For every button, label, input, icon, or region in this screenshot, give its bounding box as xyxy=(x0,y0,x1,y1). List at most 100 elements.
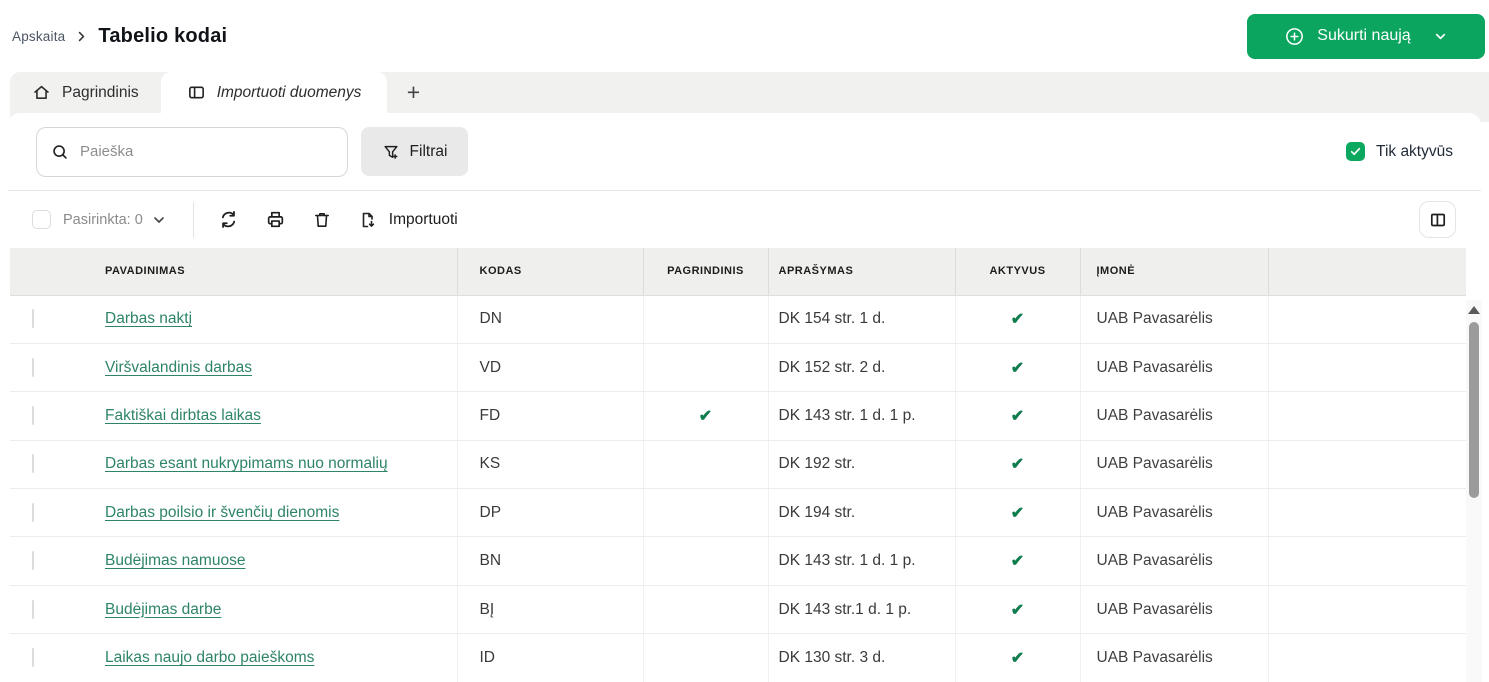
search-input[interactable] xyxy=(80,143,333,160)
panel-layout-icon xyxy=(187,83,206,102)
content-card: Filtrai Tik aktyvūs Pasirinkta: 0 xyxy=(8,113,1481,682)
row-company: UAB Pavasarėlis xyxy=(1080,343,1268,391)
row-code: VD xyxy=(457,343,643,391)
column-header-code[interactable]: KODAS xyxy=(457,248,643,295)
active-check-icon: ✔ xyxy=(1011,360,1024,377)
scrollbar-thumb[interactable] xyxy=(1469,322,1479,498)
import-label: Importuoti xyxy=(389,211,458,229)
row-name-link[interactable]: Darbas esant nukrypimams nuo normalių xyxy=(105,455,388,472)
row-code: ID xyxy=(457,634,643,682)
active-check-icon: ✔ xyxy=(1011,602,1024,619)
row-checkbox[interactable] xyxy=(32,600,34,619)
tab-importuoti-duomenys[interactable]: Importuoti duomenys xyxy=(161,72,388,113)
filters-button[interactable]: Filtrai xyxy=(361,127,468,176)
row-name-link[interactable]: Budėjimas darbe xyxy=(105,601,221,618)
row-company: UAB Pavasarėlis xyxy=(1080,392,1268,440)
row-checkbox[interactable] xyxy=(32,406,34,425)
tab-pagrindinis[interactable]: Pagrindinis xyxy=(10,72,161,113)
divider xyxy=(193,202,194,238)
page-title: Tabelio kodai xyxy=(98,25,227,48)
active-only-checkbox[interactable] xyxy=(1346,142,1365,161)
row-name-link[interactable]: Darbas poilsio ir švenčių dienomis xyxy=(105,504,339,521)
column-header-main[interactable]: PAGRINDINIS xyxy=(643,248,768,295)
active-check-icon: ✔ xyxy=(1011,650,1024,667)
import-file-icon xyxy=(358,210,378,230)
row-name-link[interactable]: Darbas naktį xyxy=(105,310,192,327)
row-company: UAB Pavasarėlis xyxy=(1080,585,1268,633)
row-checkbox[interactable] xyxy=(32,503,34,522)
page-header: Apskaita Tabelio kodai Sukurti naują xyxy=(0,0,1489,72)
row-description: DK 192 str. xyxy=(768,440,955,488)
row-description: DK 143 str. 1 d. 1 p. xyxy=(768,537,955,585)
search-box[interactable] xyxy=(36,127,348,177)
header-checkbox-cell xyxy=(10,248,95,295)
trash-icon xyxy=(312,210,332,230)
add-tab-button[interactable]: + xyxy=(387,72,439,113)
row-code: BN xyxy=(457,537,643,585)
table-row: Viršvalandinis darbas VD DK 152 str. 2 d… xyxy=(10,343,1466,391)
row-checkbox[interactable] xyxy=(32,358,34,377)
breadcrumb: Apskaita Tabelio kodai xyxy=(12,25,227,48)
column-header-name[interactable]: PAVADINIMAS xyxy=(95,248,457,295)
tab-label: Pagrindinis xyxy=(62,84,139,102)
table-row: Darbas naktį DN DK 154 str. 1 d. ✔ UAB P… xyxy=(10,295,1466,343)
import-button[interactable]: Importuoti xyxy=(358,210,458,230)
row-name-link[interactable]: Faktiškai dirbtas laikas xyxy=(105,407,261,424)
selected-count-label[interactable]: Pasirinkta: 0 xyxy=(63,212,143,228)
column-header-company[interactable]: ĮMONĖ xyxy=(1080,248,1268,295)
row-description: DK 154 str. 1 d. xyxy=(768,295,955,343)
refresh-icon xyxy=(218,209,239,230)
active-check-icon: ✔ xyxy=(1011,311,1024,328)
print-button[interactable] xyxy=(265,209,286,230)
column-header-filler xyxy=(1268,248,1466,295)
row-code: FD xyxy=(457,392,643,440)
active-check-icon: ✔ xyxy=(1011,408,1024,425)
delete-button[interactable] xyxy=(312,210,332,230)
table-row: Faktiškai dirbtas laikas FD ✔ DK 143 str… xyxy=(10,392,1466,440)
tab-label: Importuoti duomenys xyxy=(217,84,362,102)
row-description: DK 143 str. 1 d. 1 p. xyxy=(768,392,955,440)
row-checkbox[interactable] xyxy=(32,454,34,473)
chevron-down-icon xyxy=(1433,29,1448,44)
row-code: DP xyxy=(457,489,643,537)
row-name-link[interactable]: Laikas naujo darbo paieškoms xyxy=(105,649,314,666)
chevron-right-icon xyxy=(75,30,88,43)
row-company: UAB Pavasarėlis xyxy=(1080,489,1268,537)
create-new-button[interactable]: Sukurti naują xyxy=(1247,14,1485,59)
row-code: DN xyxy=(457,295,643,343)
select-all-checkbox[interactable] xyxy=(32,210,51,229)
table-header-row: PAVADINIMAS KODAS PAGRINDINIS APRAŠYMAS … xyxy=(10,248,1466,295)
active-only-toggle[interactable]: Tik aktyvūs xyxy=(1346,142,1453,161)
chevron-down-icon[interactable] xyxy=(151,212,167,228)
row-checkbox[interactable] xyxy=(32,309,34,328)
row-checkbox[interactable] xyxy=(32,648,34,667)
column-settings-button[interactable] xyxy=(1419,201,1456,238)
refresh-button[interactable] xyxy=(218,209,239,230)
column-header-description[interactable]: APRAŠYMAS xyxy=(768,248,955,295)
codes-table: PAVADINIMAS KODAS PAGRINDINIS APRAŠYMAS … xyxy=(10,248,1466,682)
search-icon xyxy=(51,143,69,161)
row-description: DK 130 str. 3 d. xyxy=(768,634,955,682)
table-row: Budėjimas darbe BĮ DK 143 str.1 d. 1 p. … xyxy=(10,585,1466,633)
table-toolbar: Pasirinkta: 0 Importuoti xyxy=(8,191,1481,248)
home-icon xyxy=(32,83,51,102)
row-description: DK 152 str. 2 d. xyxy=(768,343,955,391)
scroll-up-arrow[interactable] xyxy=(1468,306,1480,314)
table-row: Budėjimas namuose BN DK 143 str. 1 d. 1 … xyxy=(10,537,1466,585)
row-company: UAB Pavasarėlis xyxy=(1080,634,1268,682)
active-check-icon: ✔ xyxy=(1011,456,1024,473)
filter-bar: Filtrai Tik aktyvūs xyxy=(8,113,1481,190)
breadcrumb-section[interactable]: Apskaita xyxy=(12,29,65,44)
vertical-scrollbar[interactable] xyxy=(1466,300,1482,682)
row-description: DK 194 str. xyxy=(768,489,955,537)
table-row: Darbas poilsio ir švenčių dienomis DP DK… xyxy=(10,489,1466,537)
column-header-active[interactable]: AKTYVUS xyxy=(955,248,1080,295)
row-checkbox[interactable] xyxy=(32,551,34,570)
row-name-link[interactable]: Budėjimas namuose xyxy=(105,552,245,569)
filter-funnel-icon xyxy=(382,143,400,161)
row-company: UAB Pavasarėlis xyxy=(1080,295,1268,343)
row-name-link[interactable]: Viršvalandinis darbas xyxy=(105,359,252,376)
row-code: KS xyxy=(457,440,643,488)
filters-label: Filtrai xyxy=(410,143,448,161)
row-company: UAB Pavasarėlis xyxy=(1080,440,1268,488)
